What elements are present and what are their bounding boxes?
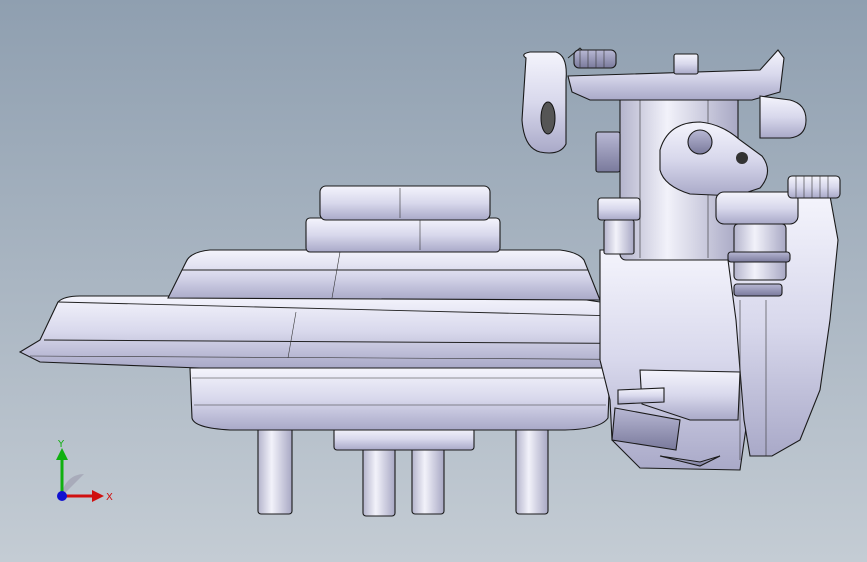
stud-2[interactable] xyxy=(362,445,396,517)
stud-1[interactable] xyxy=(257,425,293,515)
hub-cap[interactable] xyxy=(305,185,501,253)
assembly-model[interactable] xyxy=(0,0,867,562)
hub-flange[interactable] xyxy=(167,249,601,301)
coordinate-triad: Y X xyxy=(56,439,113,503)
cad-3d-viewport[interactable]: Y X xyxy=(0,0,867,562)
wheel-studs[interactable] xyxy=(257,425,549,517)
steering-arm[interactable] xyxy=(659,121,769,197)
x-axis-label: X xyxy=(106,492,113,503)
stud-4[interactable] xyxy=(515,425,549,515)
z-axis-icon xyxy=(57,491,67,501)
y-axis-label: Y xyxy=(57,439,65,450)
hub-drum[interactable] xyxy=(189,367,611,431)
top-nut[interactable] xyxy=(673,53,699,75)
x-axis-arrowhead-icon xyxy=(92,490,104,502)
hub-spigot[interactable] xyxy=(333,427,475,451)
